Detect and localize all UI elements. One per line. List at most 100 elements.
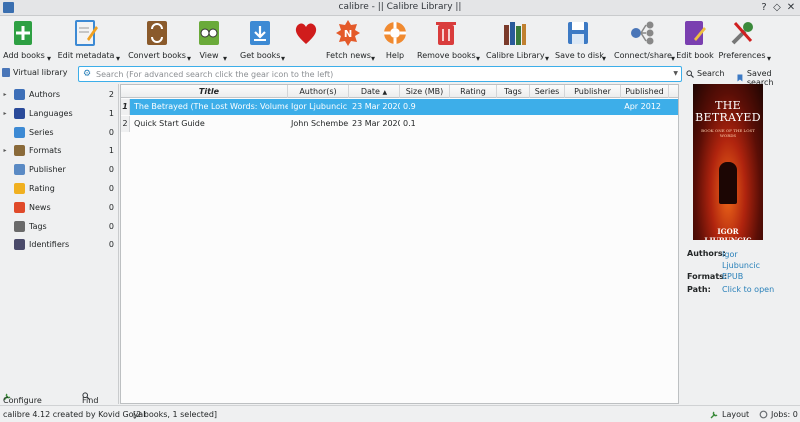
remove-books-label: Remove books [417,51,476,60]
fetch-news-button[interactable]: N Fetch news [326,18,371,64]
column-header-published[interactable]: Published [621,85,669,98]
add-books-dropdown-arrow[interactable]: ▾ [47,54,51,63]
find-button[interactable]: Find [82,392,98,405]
book-row[interactable]: 2 Quick Start Guide John Schember 23 Mar 20… [121,116,678,132]
cover-subtitle: BOOK ONE OF THE LOST WORDS [701,128,755,138]
edit-book-button[interactable]: Edit book [676,18,714,64]
calibre-library-button[interactable]: Calibre Library [486,18,545,64]
tag-browser-item-identifiers[interactable]: Identifiers 0 [0,235,117,254]
tag-browser-item-series[interactable]: Series 0 [0,123,117,142]
formats-link[interactable]: EPUB [722,272,743,281]
tag-browser-item-news[interactable]: News 0 [0,198,117,217]
column-header-authors[interactable]: Author(s) [288,85,349,98]
save-to-disk-button[interactable]: Save to disk [555,18,604,64]
layout-icon [710,411,718,419]
tag-browser-footer: Configure Find [0,388,117,405]
view-dropdown-arrow[interactable]: ▾ [223,54,227,63]
tag-browser-item-count: 0 [108,184,114,193]
tag-browser-item-rating[interactable]: Rating 0 [0,179,117,198]
search-history-dropdown[interactable]: ▼ [673,70,678,77]
edit-metadata-dropdown-arrow[interactable]: ▾ [116,54,120,63]
search-button[interactable]: Search [686,69,724,78]
get-books-icon [247,19,273,47]
cell-rating [450,99,497,115]
edit-metadata-button[interactable]: Edit metadata [57,18,115,64]
tag-browser-item-tags[interactable]: Tags 0 [0,217,117,236]
fetch-news-dropdown-arrow[interactable]: ▾ [371,54,375,63]
calibre-library-dropdown-arrow[interactable]: ▾ [545,54,549,63]
column-header-series[interactable]: Series [530,85,565,98]
tag-browser-item-count: 0 [108,221,114,231]
path-label: Path: [687,285,711,294]
get-books-button[interactable]: Get books [240,18,280,64]
tag-browser-item-label: Authors [29,90,61,99]
expand-arrow-icon[interactable]: ▸ [0,91,10,98]
heart-icon [293,19,319,47]
help-button[interactable]: Help [382,18,408,64]
tags-icon [14,220,25,232]
column-header-title[interactable]: Title [131,85,288,98]
remove-books-dropdown-arrow[interactable]: ▾ [476,54,480,63]
help-context-icon[interactable]: ? [758,1,770,14]
view-button[interactable]: View [196,18,222,64]
close-icon[interactable]: ✕ [785,1,797,14]
gear-icon[interactable]: ⚙ [83,70,92,79]
tag-browser-item-languages[interactable]: ▸ Languages 1 [0,104,117,123]
column-header-label: Tags [504,87,522,96]
authors-link[interactable]: Igor Ljubuncic [722,249,767,271]
preferences-button[interactable]: Preferences [718,18,766,64]
bookmark-icon [737,74,743,82]
cover-figure [719,162,737,204]
save-to-disk-dropdown-arrow[interactable]: ▾ [602,54,606,63]
connect-share-button[interactable]: Connect/share [614,18,672,64]
svg-text:N: N [344,29,352,40]
book-cover[interactable]: THE BETRAYED BOOK ONE OF THE LOST WORDS … [693,84,763,240]
expand-arrow-icon[interactable]: ▸ [0,147,10,154]
jobs-spinner-icon [759,410,768,419]
preferences-dropdown-arrow[interactable]: ▾ [767,54,771,63]
column-header-date[interactable]: Date ▲ [349,85,400,98]
cell-publisher [565,99,621,115]
edit-metadata-label: Edit metadata [57,51,115,60]
configure-button[interactable]: Configure [3,392,42,405]
layout-label: Layout [722,410,750,419]
get-books-dropdown-arrow[interactable]: ▾ [281,54,285,63]
heart-button[interactable] [288,18,324,64]
column-header-rating[interactable]: Rating [450,85,497,98]
tag-browser-item-authors[interactable]: ▸ Authors 2 [0,85,117,104]
column-header-label: Author(s) [299,87,337,96]
tag-browser-item-publisher[interactable]: Publisher 0 [0,160,117,179]
connect-share-dropdown-arrow[interactable]: ▾ [671,54,675,63]
column-header-size[interactable]: Size (MB) [400,85,450,98]
search-box[interactable]: ⚙ ▼ [78,66,682,82]
tag-browser-item-label: Rating [29,184,55,193]
cell-published [621,116,669,132]
row-number: 2 [121,116,130,132]
jobs-button[interactable]: Jobs: 0 [759,410,798,419]
convert-books-dropdown-arrow[interactable]: ▾ [187,54,191,63]
search-input[interactable] [96,68,656,80]
expand-arrow-icon[interactable]: ▸ [0,110,10,117]
pane-splitter[interactable] [118,84,119,404]
layout-button[interactable]: Layout [710,410,749,419]
path-link[interactable]: Click to open [722,285,774,294]
book-count-text: [2 books, 1 selected] [133,410,218,419]
version-text: calibre 4.12 created by Kovid Goyal [3,410,146,419]
virtual-library-button[interactable]: Virtual library [2,68,67,77]
column-header-tags[interactable]: Tags [497,85,530,98]
convert-books-label: Convert books [128,51,186,60]
convert-books-button[interactable]: Convert books [128,18,186,64]
book-row[interactable]: 1 The Betrayed (The Lost Words: Volume 1)… [121,99,678,115]
tag-browser-item-formats[interactable]: ▸ Formats 1 [0,141,117,160]
add-books-button[interactable]: Add books [2,18,46,64]
cover-title: THE BETRAYED [695,99,761,124]
tag-browser-item-label: Languages [29,108,73,118]
view-icon [196,19,222,47]
minimize-icon[interactable]: ◇ [771,1,783,14]
series-icon [14,126,25,138]
fetch-news-icon: N [335,19,361,47]
remove-books-button[interactable]: Remove books [417,18,476,64]
rating-icon [14,183,25,194]
search-row: Virtual library ⚙ ▼ Search Saved search [0,66,800,87]
column-header-publisher[interactable]: Publisher [565,85,621,98]
